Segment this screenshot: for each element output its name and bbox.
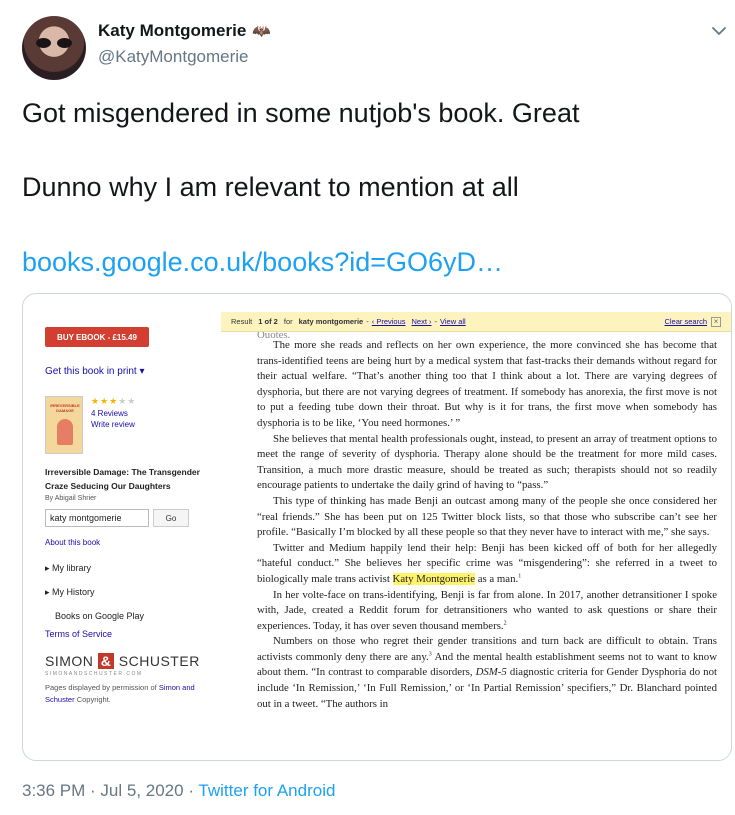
write-review-link[interactable]: Write review: [91, 420, 135, 429]
previous-link[interactable]: ‹ Previous: [372, 317, 406, 326]
paragraph: Numbers on those who regret their gender…: [257, 635, 717, 710]
rating-filled: ★★★: [91, 396, 119, 406]
paragraph: Twitter and Medium happily lend their he…: [257, 541, 717, 585]
book-reader: Result 1 of 2 for katy montgomerie - ‹ Pr…: [221, 294, 731, 760]
tweet-footer: 3:36 PM · Jul 5, 2020 · Twitter for Andr…: [22, 781, 336, 800]
search-query: katy montgomerie: [298, 317, 364, 326]
go-button[interactable]: Go: [153, 509, 189, 527]
permission-note: Pages displayed by permission of Simon a…: [45, 683, 195, 704]
my-library-item[interactable]: ▸ My library: [45, 563, 91, 574]
about-book-link[interactable]: About this book: [45, 538, 100, 547]
tweet-text-line1: Got misgendered in some nutjob's book. G…: [22, 98, 580, 128]
sunglasses-graphic: [36, 38, 72, 48]
cover-title: IRREVERSIBLE DAMAGE: [50, 403, 80, 413]
buy-ebook-button[interactable]: BUY EBOOK - £15.49: [45, 327, 149, 347]
chevron-down-icon[interactable]: [710, 22, 728, 40]
tweet-source[interactable]: Twitter for Android: [198, 781, 335, 800]
clear-search-link[interactable]: Clear search: [664, 317, 707, 326]
paragraph: This type of thinking has made Benji an …: [257, 494, 717, 539]
paragraph: In her volte-face on trans-identifying, …: [257, 588, 717, 632]
search-result-bar: Result 1 of 2 for katy montgomerie - ‹ Pr…: [221, 312, 731, 332]
rating-empty: ★★: [118, 396, 137, 406]
my-history-item[interactable]: ▸ My History: [45, 587, 95, 598]
tweet-time[interactable]: 3:36 PM: [22, 781, 85, 800]
reviews-link[interactable]: 4 Reviews: [91, 409, 128, 418]
get-print-link[interactable]: Get this book in print ▾: [45, 366, 145, 377]
book-page: Quotes. The more she reads and reflects …: [257, 332, 717, 712]
close-icon[interactable]: ×: [711, 316, 721, 327]
author-name-row[interactable]: Katy Montgomerie 🦇: [98, 21, 271, 41]
author-name[interactable]: Katy Montgomerie: [98, 21, 246, 41]
tweet-date[interactable]: Jul 5, 2020: [100, 781, 183, 800]
tweet-text-line2: Dunno why I am relevant to mention at al…: [22, 172, 519, 202]
next-link[interactable]: Next ›: [412, 317, 432, 326]
paragraph: She believes that mental health professi…: [257, 432, 717, 492]
book-author: By Abigail Shrier: [45, 495, 97, 502]
cover-figure: [57, 419, 73, 445]
book-title: Irreversible Damage: The Transgender Cra…: [45, 467, 200, 491]
view-all-link[interactable]: View all: [440, 317, 466, 326]
avatar[interactable]: [22, 16, 86, 80]
publisher-url: SIMONANDSCHUSTER.COM: [45, 671, 143, 677]
google-play-link[interactable]: Books on Google Play: [55, 611, 144, 621]
my-history-label: My History: [52, 587, 95, 597]
highlighted-match: Katy Montgomerie: [392, 572, 475, 585]
author-handle[interactable]: @KatyMontgomerie: [98, 47, 249, 67]
embedded-screenshot[interactable]: BUY EBOOK - £15.49 Get this book in prin…: [22, 293, 732, 761]
tweet-link[interactable]: books.google.co.uk/books?id=GO6yD…: [22, 247, 503, 278]
paragraph: The more she reads and reflects on her o…: [257, 339, 717, 429]
publisher-logo: SIMON & SCHUSTER: [45, 653, 200, 669]
search-in-book-input[interactable]: [45, 509, 149, 527]
my-library-label: My library: [52, 563, 92, 573]
rating-stars: ★★★★★: [91, 396, 136, 407]
bat-icon: 🦇: [252, 23, 271, 40]
terms-link[interactable]: Terms of Service: [45, 629, 112, 639]
book-cover[interactable]: IRREVERSIBLE DAMAGE: [45, 396, 83, 454]
google-books-sidebar: BUY EBOOK - £15.49 Get this book in prin…: [23, 294, 221, 760]
